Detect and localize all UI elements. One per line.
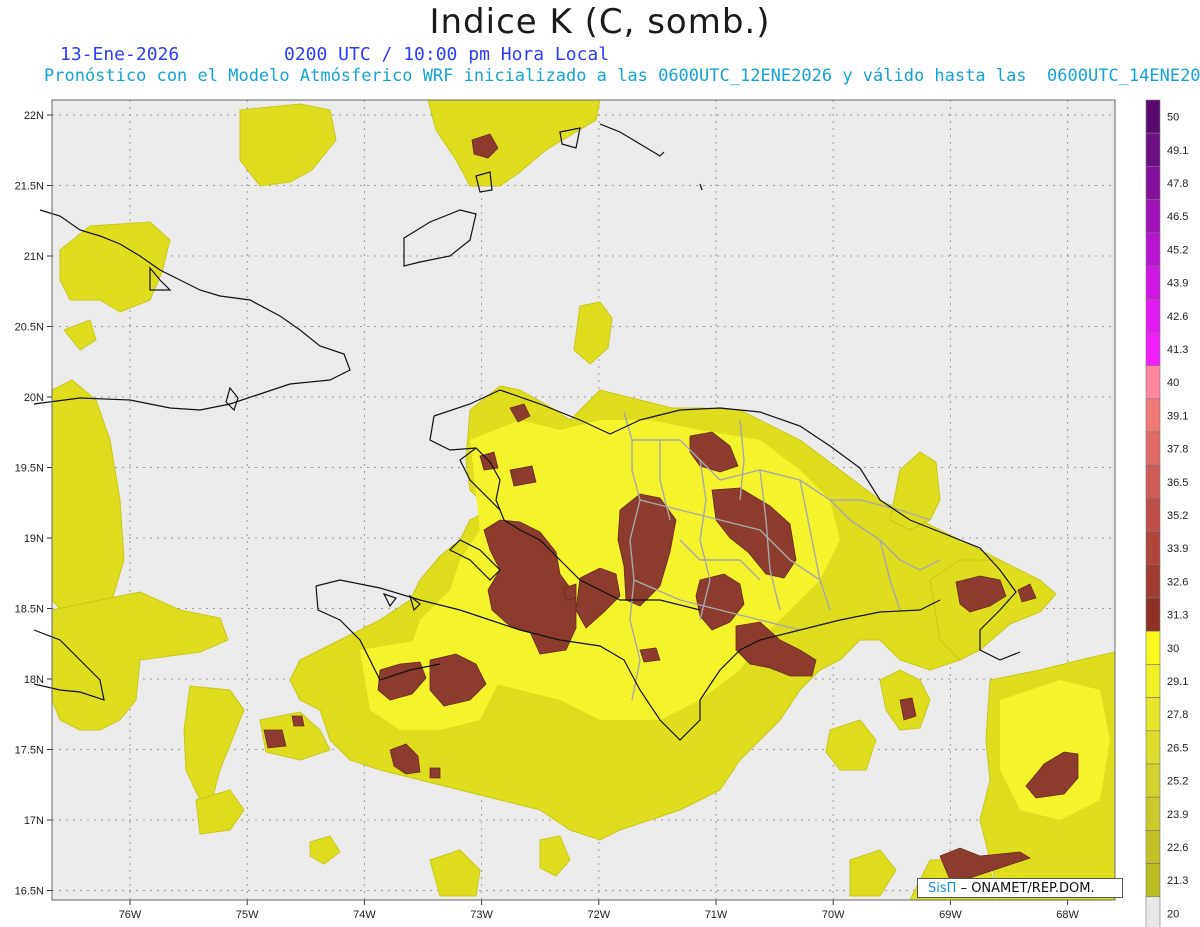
lon-tick-label: 75W: [236, 909, 259, 921]
lon-tick-label: 73W: [470, 909, 493, 921]
colorbar-swatch: [1145, 265, 1161, 300]
colorbar-swatch: [1145, 199, 1161, 234]
colorbar-swatch: [1145, 796, 1161, 831]
lat-tick-label: 20.5N: [15, 322, 44, 334]
colorbar-label: 43.9: [1167, 278, 1188, 290]
colorbar-swatch: [1145, 99, 1161, 134]
colorbar-label: 47.8: [1167, 178, 1188, 190]
colorbar-swatch: [1145, 896, 1161, 927]
colorbar-swatch: [1145, 730, 1161, 765]
lat-tick-label: 19N: [24, 533, 44, 545]
colorbar-label: 36.5: [1167, 477, 1188, 489]
k-index-colorbar: 50 49.1 47.8 46.5 45.2 43.9 42.6 41.3 40 39.1 37.8…: [1145, 99, 1188, 927]
lon-tick-label: 72W: [587, 909, 610, 921]
colorbar-label: 27.8: [1167, 709, 1188, 721]
lat-tick-label: 17.5N: [15, 745, 44, 757]
onamet-credit: – ONAMET/REP.DOM.: [960, 881, 1095, 896]
colorbar-label: 29.1: [1167, 676, 1188, 688]
lat-tick-label: 21.5N: [15, 181, 44, 193]
lon-tick-label: 71W: [705, 909, 728, 921]
colorbar-swatch: [1145, 365, 1161, 400]
colorbar-label: 26.5: [1167, 742, 1188, 754]
lat-tick-label: 18N: [24, 674, 44, 686]
sispi-logo: SisΠ: [928, 881, 957, 896]
lat-tick-label: 19.5N: [15, 463, 44, 475]
colorbar-label: 31.3: [1167, 610, 1188, 622]
colorbar-swatch: [1145, 863, 1161, 898]
colorbar-swatch: [1145, 564, 1161, 599]
colorbar-label: 22.6: [1167, 842, 1188, 854]
colorbar-swatch: [1145, 498, 1161, 532]
onamet-watermark: SisΠ – ONAMET/REP.DOM.: [917, 878, 1123, 898]
colorbar-label: 25.2: [1167, 776, 1188, 788]
colorbar-label: 42.6: [1167, 311, 1188, 323]
colorbar-label: 30: [1167, 643, 1179, 655]
colorbar-swatch: [1145, 332, 1161, 366]
lat-tick-label: 22N: [24, 110, 44, 122]
colorbar-swatch: [1145, 597, 1161, 632]
colorbar-label: 23.9: [1167, 809, 1188, 821]
colorbar-swatch: [1145, 697, 1161, 732]
colorbar-label: 35.2: [1167, 510, 1188, 522]
colorbar-swatch: [1145, 531, 1161, 566]
colorbar-label: 50: [1167, 112, 1179, 124]
k-index-map: 22N 21.5N 21N 20.5N 20N 19.5N 19N 18.5N 18N 17.5N…: [15, 99, 1188, 927]
colorbar-swatch: [1145, 298, 1161, 333]
colorbar-swatch: [1145, 431, 1161, 466]
colorbar-label: 21.3: [1167, 875, 1188, 887]
colorbar-swatch: [1145, 763, 1161, 798]
colorbar-label: 46.5: [1167, 211, 1188, 223]
lon-tick-label: 74W: [353, 909, 376, 921]
colorbar-swatch: [1145, 166, 1161, 200]
colorbar-label: 41.3: [1167, 344, 1188, 356]
lon-tick-label: 76W: [119, 909, 142, 921]
lat-tick-label: 17N: [24, 815, 44, 827]
colorbar-label: 49.1: [1167, 145, 1188, 157]
colorbar-swatch: [1145, 630, 1161, 665]
colorbar-label: 45.2: [1167, 244, 1188, 256]
lon-tick-label: 69W: [939, 909, 962, 921]
colorbar-label: 33.9: [1167, 543, 1188, 555]
colorbar-swatch: [1145, 132, 1161, 167]
colorbar-swatch: [1145, 232, 1161, 267]
lat-tick-label: 20N: [24, 392, 44, 404]
colorbar-swatch: [1145, 464, 1161, 499]
colorbar-label: 20: [1167, 908, 1179, 920]
colorbar-swatch: [1145, 664, 1161, 698]
colorbar-label: 40: [1167, 377, 1179, 389]
colorbar-label: 39.1: [1167, 410, 1188, 422]
colorbar-label: 32.6: [1167, 576, 1188, 588]
lon-tick-label: 68W: [1056, 909, 1079, 921]
lat-tick-label: 16.5N: [15, 886, 44, 898]
lon-tick-label: 70W: [822, 909, 845, 921]
lat-tick-label: 18.5N: [15, 604, 44, 616]
colorbar-swatch: [1145, 830, 1161, 864]
lat-tick-label: 21N: [24, 251, 44, 263]
colorbar-label: 37.8: [1167, 444, 1188, 456]
colorbar-swatch: [1145, 398, 1161, 433]
